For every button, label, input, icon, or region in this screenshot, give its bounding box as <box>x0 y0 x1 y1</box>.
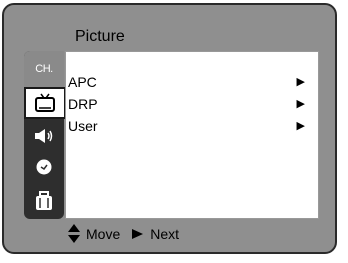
next-hint: Next <box>150 226 180 242</box>
menu-panel: APC ▶ DRP ▶ User ▶ <box>65 51 319 219</box>
move-hint: Move <box>86 226 121 242</box>
arrow-right-icon: ▶ <box>296 120 305 132</box>
menu-item-user[interactable]: User ▶ <box>68 116 313 136</box>
menu-item-label: User <box>68 118 98 134</box>
menu-item-drp[interactable]: DRP ▶ <box>68 94 313 114</box>
up-down-arrow-icon <box>68 224 80 244</box>
speaker-icon <box>35 129 53 143</box>
sidebar-item-sound[interactable] <box>24 121 64 151</box>
tv-icon <box>35 93 55 112</box>
menu-item-label: DRP <box>68 96 98 112</box>
sidebar-item-channel[interactable]: CH. <box>24 51 64 87</box>
menu-sidebar: CH. <box>24 51 66 219</box>
arrow-right-icon: ▶ <box>296 98 305 110</box>
menu-item-apc[interactable]: APC ▶ <box>68 72 313 92</box>
menu-title: Picture <box>75 28 125 45</box>
arrow-right-icon: ▶ <box>296 76 305 88</box>
channel-label: CH. <box>35 63 53 75</box>
sidebar-item-setup[interactable] <box>24 183 64 219</box>
sidebar-item-time[interactable] <box>24 151 64 183</box>
right-arrow-icon <box>132 228 144 240</box>
suitcase-icon <box>36 191 52 210</box>
sidebar-item-picture[interactable] <box>24 87 66 119</box>
menu-footer: Move Next <box>68 223 191 245</box>
menu-item-label: APC <box>68 74 97 90</box>
clock-icon <box>36 159 52 175</box>
